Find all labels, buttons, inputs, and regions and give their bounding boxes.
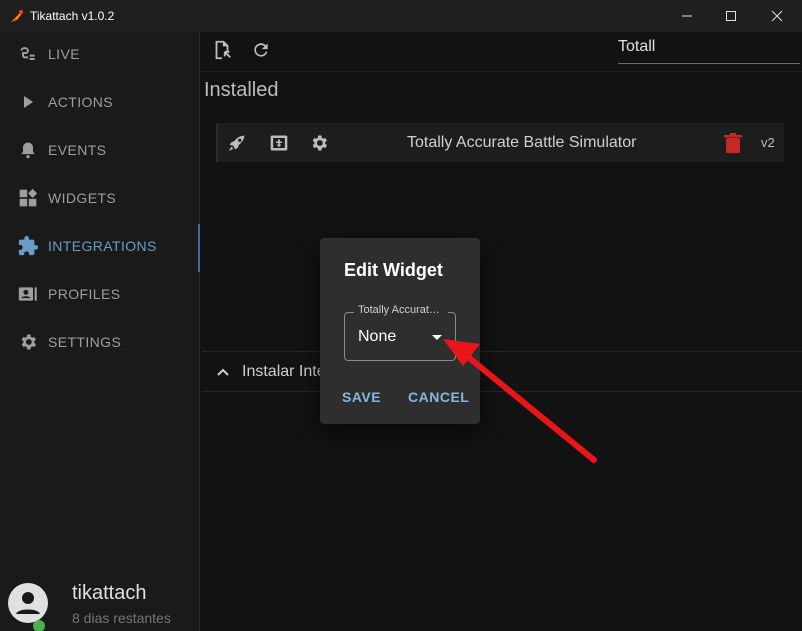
integration-version: v2: [761, 135, 775, 150]
profile-card-icon: [17, 283, 39, 305]
window-title: Tikattach v1.0.2: [30, 9, 115, 23]
user-panel: tikattach 8 dias restantes: [0, 545, 200, 631]
save-button[interactable]: SAVE: [342, 389, 381, 405]
sidebar-item-widgets[interactable]: WIDGETS: [0, 176, 200, 220]
select-value: None: [358, 328, 397, 345]
sidebar-item-settings[interactable]: SETTINGS: [0, 320, 200, 364]
minimize-button[interactable]: [664, 0, 710, 32]
rocket-icon: [228, 135, 245, 152]
live-icon: [17, 43, 39, 65]
username: tikattach: [72, 582, 147, 604]
gear-icon: [17, 331, 39, 353]
sidebar-item-actions[interactable]: ACTIONS: [0, 80, 200, 124]
delete-button[interactable]: [722, 132, 744, 154]
install-section-header[interactable]: Instalar Integrações: [202, 351, 802, 392]
select-label: Totally Accurate Battle Simulator: [354, 304, 448, 316]
avatar[interactable]: [8, 583, 48, 623]
sidebar-item-label: EVENTS: [48, 142, 107, 158]
edit-widget-dialog: Edit Widget Totally Accurate Battle Simu…: [320, 238, 480, 424]
add-widget-button[interactable]: [268, 132, 290, 154]
sidebar-item-events[interactable]: EVENTS: [0, 128, 200, 172]
widgets-icon: [17, 187, 39, 209]
installed-title: Installed: [204, 79, 279, 101]
refresh-button[interactable]: [249, 38, 273, 62]
trash-icon: [724, 133, 742, 153]
gear-icon: [312, 135, 327, 151]
bell-icon: [17, 139, 39, 161]
search-input[interactable]: Totall: [618, 34, 800, 64]
maximize-icon: [726, 11, 736, 21]
sidebar-item-label: ACTIONS: [48, 94, 114, 110]
active-indicator: [198, 224, 200, 272]
days-remaining: 8 dias restantes: [72, 610, 171, 626]
integration-settings-button[interactable]: [308, 132, 330, 154]
sidebar-item-integrations[interactable]: INTEGRATIONS: [0, 224, 200, 272]
integration-row: Totally Accurate Battle Simulator v2: [216, 123, 784, 162]
sidebar-item-profiles[interactable]: PROFILES: [0, 272, 200, 316]
import-file-button[interactable]: [210, 38, 234, 62]
title-bar: Tikattach v1.0.2: [0, 0, 802, 32]
dialog-title: Edit Widget: [344, 260, 443, 280]
sidebar-item-label: SETTINGS: [48, 334, 122, 350]
sidebar-item-label: LIVE: [48, 46, 80, 62]
sidebar-item-label: WIDGETS: [48, 190, 117, 206]
close-button[interactable]: [754, 0, 800, 32]
puzzle-icon: [17, 235, 39, 257]
launch-button[interactable]: [226, 132, 248, 154]
close-icon: [771, 10, 783, 22]
maximize-button[interactable]: [708, 0, 754, 32]
sidebar-item-label: INTEGRATIONS: [48, 238, 157, 254]
cancel-button[interactable]: CANCEL: [408, 389, 469, 405]
chevron-up-icon: [217, 368, 229, 376]
app-logo-icon: [11, 10, 23, 22]
search-value: Totall: [618, 38, 656, 55]
play-icon: [17, 91, 39, 113]
sidebar-item-live[interactable]: LIVE: [0, 32, 200, 76]
refresh-icon: [254, 43, 268, 57]
minimize-icon: [682, 15, 692, 17]
file-import-icon: [215, 40, 231, 60]
add-to-screen-icon: [270, 135, 288, 151]
person-icon: [16, 592, 40, 614]
integration-name: Totally Accurate Battle Simulator: [407, 134, 637, 151]
online-status-dot: [33, 620, 45, 631]
sidebar-item-label: PROFILES: [48, 286, 121, 302]
dropdown-arrow-icon[interactable]: [431, 334, 443, 342]
sidebar: LIVE ACTIONS EVENTS WIDGETS INTEGRATIONS…: [0, 32, 200, 631]
divider: [201, 71, 802, 72]
